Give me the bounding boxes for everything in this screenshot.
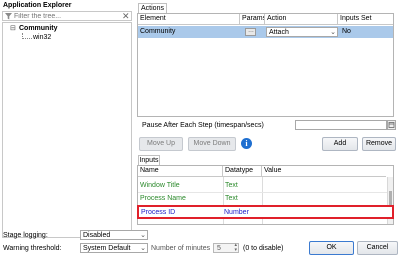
actions-cell-element: Community	[140, 28, 176, 35]
stage-logging-label: Stage logging:	[3, 232, 48, 239]
pause-input[interactable]	[295, 120, 387, 130]
disable-hint: (0 to disable)	[243, 245, 284, 252]
actions-col-action: Action	[265, 14, 338, 25]
move-down-button[interactable]: Move Down	[188, 137, 236, 151]
filter-icon	[5, 13, 12, 20]
actions-row[interactable]: Community … Attach ⌄ No	[138, 26, 393, 38]
tree-node-community[interactable]: Community	[19, 25, 58, 33]
warning-threshold-value: System Default	[83, 245, 131, 252]
tree-toggle-icon[interactable]: ⊟	[10, 25, 16, 33]
input-row-datatype: Text	[225, 195, 238, 202]
actions-cell-inputs-set: No	[342, 28, 351, 35]
input-row-value[interactable]	[262, 181, 386, 191]
chevron-down-icon: ⌄	[140, 232, 146, 239]
action-dropdown-value: Attach	[269, 29, 289, 36]
explorer-tree: ⊟ Community win32	[2, 22, 132, 238]
pause-label: Pause After Each Step (timespan/secs)	[142, 122, 264, 129]
stage-logging-value: Disabled	[83, 232, 111, 239]
minutes-value: 5	[217, 245, 221, 252]
cancel-button[interactable]: Cancel	[357, 241, 398, 255]
remove-button[interactable]: Remove	[362, 137, 396, 151]
add-button[interactable]: Add	[322, 137, 358, 151]
input-row-value[interactable]	[262, 208, 382, 218]
action-dropdown[interactable]: Attach ⌄	[266, 27, 338, 37]
tree-node-win32[interactable]: win32	[33, 34, 51, 42]
info-icon[interactable]: i	[241, 138, 252, 149]
input-row-name[interactable]: Process Name	[138, 194, 223, 204]
chevron-down-icon: ⌄	[140, 245, 146, 252]
input-row-datatype: Text	[225, 182, 238, 189]
ok-button[interactable]: OK	[309, 241, 354, 255]
chevron-down-icon: ⌄	[330, 29, 336, 36]
calendar-icon	[388, 122, 395, 128]
actions-grid: Element Params Action Inputs Set Communi…	[137, 13, 394, 117]
move-up-button[interactable]: Move Up	[139, 137, 183, 151]
inputs-col-datatype: Datatype	[223, 166, 262, 177]
actions-col-params: Params	[240, 14, 265, 25]
pause-picker-button[interactable]	[387, 120, 396, 130]
minutes-stepper[interactable]: 5 ▴ ▾	[213, 243, 239, 253]
input-row-name: Process ID	[141, 209, 176, 216]
actions-tab[interactable]: Actions	[138, 3, 167, 13]
clear-filter-icon[interactable]: ✕	[122, 12, 130, 21]
inputs-col-value: Value	[262, 166, 386, 177]
explorer-title: Application Explorer	[3, 2, 72, 9]
filter-input[interactable]	[14, 12, 114, 20]
input-row-name[interactable]: Window Title	[138, 181, 223, 191]
stepper-arrows-icon[interactable]: ▴ ▾	[234, 243, 237, 253]
row-divider	[138, 192, 387, 193]
inputs-col-name: Name	[138, 166, 223, 177]
inputs-tab[interactable]: Inputs	[138, 155, 160, 165]
params-button[interactable]: …	[245, 28, 256, 36]
actions-col-element: Element	[138, 14, 240, 25]
input-row-datatype: Number	[224, 209, 249, 216]
explorer-filter-bar: ✕	[2, 11, 132, 21]
stage-logging-dropdown[interactable]: Disabled ⌄	[80, 230, 148, 240]
input-row-highlighted[interactable]: Process ID Number	[137, 205, 394, 219]
ellipsis-icon: …	[248, 28, 254, 34]
input-row-value[interactable]	[262, 194, 386, 204]
actions-col-inputs-set: Inputs Set	[338, 14, 393, 25]
minutes-label: Number of minutes	[151, 245, 211, 252]
warning-threshold-dropdown[interactable]: System Default ⌄	[80, 243, 148, 253]
tree-connector	[22, 33, 32, 39]
warning-threshold-label: Warning threshold:	[3, 245, 62, 252]
